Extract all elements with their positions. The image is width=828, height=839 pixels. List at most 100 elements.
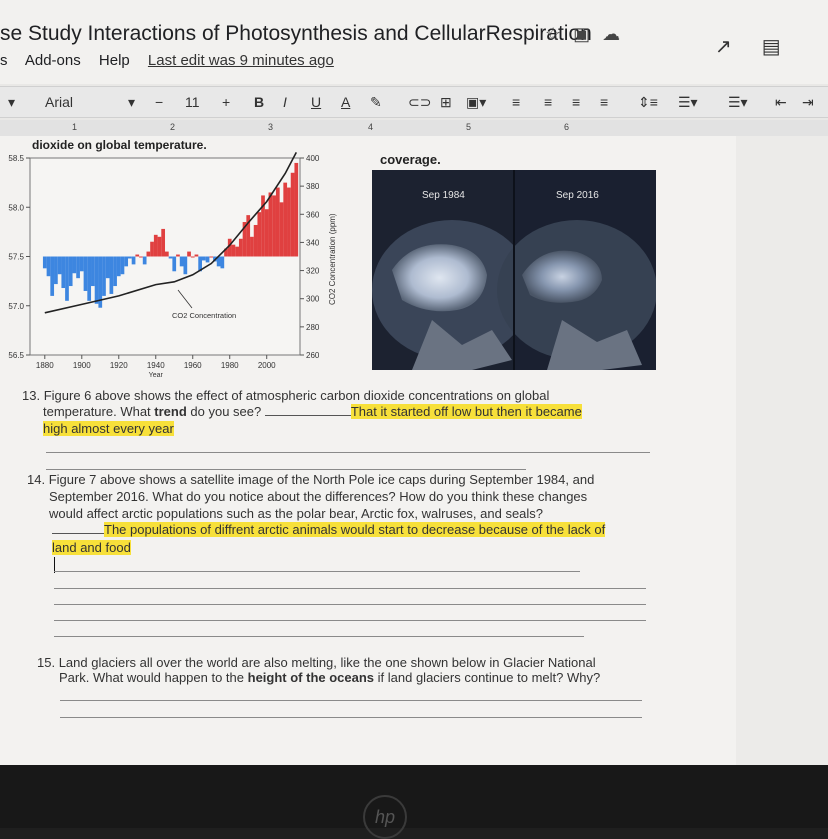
ice-cap-image	[372, 170, 656, 370]
question-keyword: height of the oceans	[247, 670, 375, 685]
question-text: do you see?	[186, 404, 265, 419]
left-tick-label: 58.0	[8, 203, 24, 212]
question-13-line2[interactable]: temperature. What trend do you see? That…	[43, 404, 582, 421]
font-size-input[interactable]: 11	[185, 94, 200, 110]
sat-date-left: Sep 1984	[422, 190, 465, 201]
question-text: Land glaciers all over the world are als…	[58, 655, 596, 670]
question-14-answer-line2[interactable]: land and food	[52, 540, 131, 557]
question-13[interactable]: 13. Figure 6 above shows the effect of a…	[22, 388, 549, 405]
question-13-line3[interactable]: high almost every year	[43, 421, 174, 438]
right-tick-label: 320	[306, 267, 320, 276]
answer-line	[54, 588, 646, 589]
font-family-select[interactable]: Arial	[45, 94, 73, 110]
temperature-bar	[54, 256, 58, 285]
link-icon[interactable]: ⊂⊃	[408, 94, 431, 111]
temperature-bar	[168, 256, 173, 259]
docs-header: se Study Interactions of Photosynthesis …	[0, 0, 828, 84]
browser-screen: se Study Interactions of Photosynthesis …	[0, 0, 828, 765]
temperature-bar	[253, 224, 258, 257]
ruler-mark: 2	[170, 122, 176, 132]
menu-item-addons[interactable]: Add-ons	[25, 52, 81, 69]
decrease-font-button[interactable]: −	[155, 94, 163, 110]
x-tick-label: 1940	[147, 361, 165, 370]
right-tick-label: 280	[306, 323, 320, 332]
justify-icon[interactable]: ≡	[600, 94, 608, 110]
star-icon[interactable]: ☆	[545, 24, 573, 44]
temperature-bar	[205, 256, 210, 263]
temperature-bar	[46, 256, 51, 277]
temperature-bar	[113, 256, 117, 287]
x-axis-label: Year	[149, 372, 164, 379]
answer-line	[54, 604, 646, 605]
line-spacing-icon[interactable]: ⇕≡	[638, 94, 658, 111]
bulleted-list-icon[interactable]: ☰▾	[728, 94, 748, 111]
temperature-bar	[94, 256, 99, 304]
answer-text[interactable]: high almost every year	[43, 421, 174, 436]
align-left-icon[interactable]: ≡	[512, 94, 520, 110]
temperature-bar	[76, 256, 80, 279]
answer-text[interactable]: land and food	[52, 540, 131, 555]
temperature-bar	[287, 187, 291, 257]
temperature-bar	[65, 256, 69, 301]
activity-dashboard-icon[interactable]: ↗	[715, 36, 762, 58]
italic-button[interactable]: I	[283, 94, 287, 110]
question-14-line2: September 2016. What do you notice about…	[49, 489, 588, 504]
highlight-icon[interactable]: ✎	[370, 94, 382, 111]
temperature-bar	[150, 241, 154, 257]
underline-button[interactable]: U	[311, 94, 321, 110]
temperature-bar	[139, 256, 143, 258]
right-tick-label: 300	[306, 295, 320, 304]
decrease-indent-icon[interactable]: ⇤	[775, 94, 787, 111]
x-tick-label: 1920	[110, 361, 128, 370]
text-color-button[interactable]: A	[341, 94, 350, 110]
cloud-status-icon[interactable]: ☁	[602, 24, 632, 44]
image-icon[interactable]: ▣▾	[466, 94, 486, 111]
font-chevron-icon[interactable]: ▾	[128, 94, 135, 111]
temperature-bar	[79, 256, 84, 272]
x-tick-label: 1960	[184, 361, 202, 370]
increase-font-button[interactable]: +	[222, 94, 230, 110]
temperature-co2-chart: CO2 Concentration 58.5 58.0 57.5 57.0 56.5 400…	[8, 151, 337, 379]
temperature-bar	[105, 256, 110, 279]
align-center-icon[interactable]: ≡	[544, 94, 552, 110]
align-right-icon[interactable]: ≡	[572, 94, 580, 110]
comment-history-icon[interactable]: ▤	[762, 36, 811, 58]
x-tick-label: 1900	[73, 361, 91, 370]
temperature-bar	[272, 195, 276, 257]
ruler[interactable]: 1 2 3 4 5 6	[0, 120, 828, 136]
question-14[interactable]: 14. Figure 7 above shows a satellite ima…	[27, 472, 594, 489]
answer-line	[60, 717, 642, 718]
right-tick-label: 380	[306, 182, 320, 191]
temperature-bar	[194, 254, 199, 257]
answer-line	[54, 571, 580, 572]
menu-item-help[interactable]: Help	[99, 52, 130, 69]
temperature-bar	[87, 256, 92, 301]
comment-icon[interactable]: ⊞	[440, 94, 452, 111]
temperature-bar	[279, 202, 284, 257]
co2-annotation: CO2 Concentration	[172, 311, 236, 320]
answer-line	[60, 700, 642, 701]
ruler-mark: 6	[564, 122, 570, 132]
checklist-icon[interactable]: ☰▾	[678, 94, 698, 111]
monitor-bezel	[0, 765, 828, 828]
menu-bar: s Add-ons Help Last edit was 9 minutes a…	[0, 52, 348, 69]
question-text: Figure 7 above shows a satellite image o…	[48, 472, 595, 487]
document-title[interactable]: se Study Interactions of Photosynthesis …	[0, 22, 592, 46]
increase-indent-icon[interactable]: ⇥	[802, 94, 814, 111]
last-edit-link[interactable]: Last edit was 9 minutes ago	[148, 52, 334, 69]
temperature-bar	[50, 256, 55, 296]
question-number: 15.	[37, 655, 56, 670]
temperature-bar	[176, 254, 180, 257]
answer-line	[54, 620, 646, 621]
answer-text[interactable]: The populations of diffrent arctic anima…	[104, 522, 606, 537]
style-dropdown-chevron-icon[interactable]: ▾	[8, 94, 15, 111]
bold-button[interactable]: B	[254, 94, 264, 110]
temperature-bar	[157, 236, 162, 257]
move-folder-icon[interactable]: ▣	[573, 24, 602, 44]
temperature-bar	[116, 256, 121, 277]
question-14-answer[interactable]: The populations of diffrent arctic anima…	[52, 522, 606, 539]
question-text: if land glaciers continue to melt? Why?	[374, 670, 601, 685]
answer-text[interactable]: That it started off low but then it beca…	[350, 404, 582, 419]
satellite-image: Sep 1984 Sep 2016	[372, 170, 656, 370]
menu-item-tools[interactable]: s	[0, 52, 8, 69]
